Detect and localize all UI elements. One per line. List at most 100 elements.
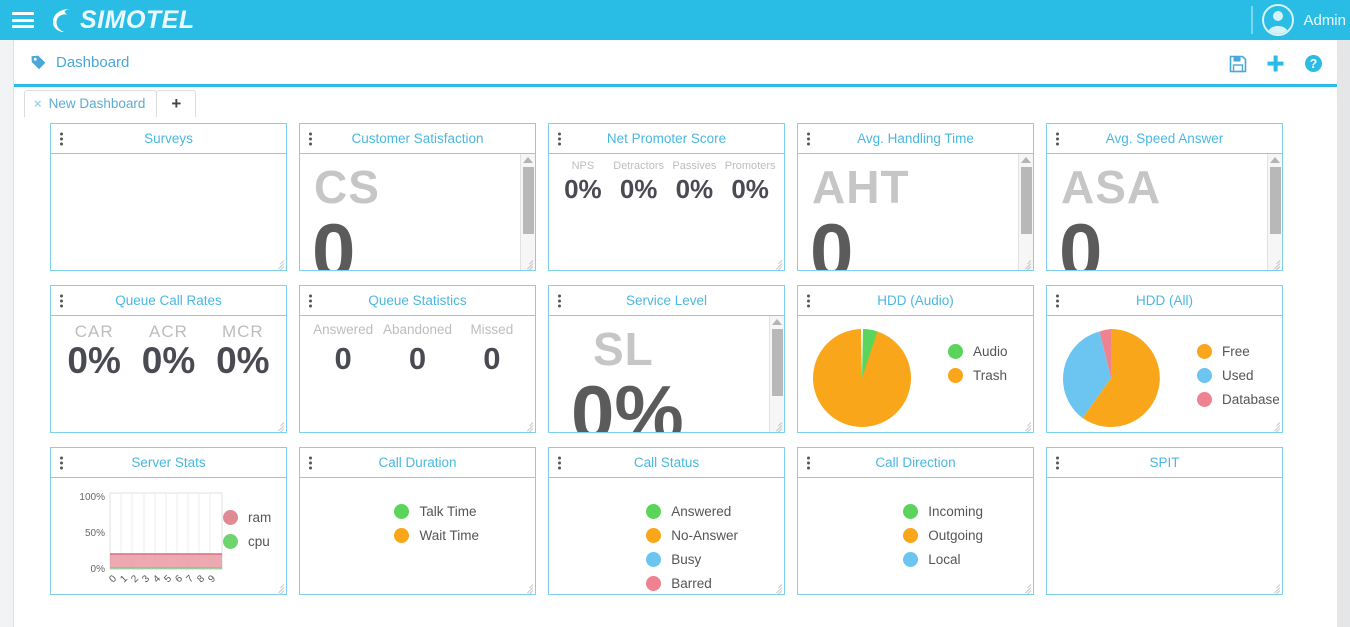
legend-item[interactable]: Local: [903, 552, 983, 567]
scrollbar-thumb[interactable]: [523, 167, 534, 235]
legend-item[interactable]: Barred: [646, 576, 738, 591]
legend-item[interactable]: Busy: [646, 552, 738, 567]
scrollbar-thumb[interactable]: [1021, 167, 1032, 235]
tab-new-dashboard[interactable]: × New Dashboard: [24, 90, 158, 117]
widget-menu-icon[interactable]: [60, 132, 63, 145]
resize-handle-icon[interactable]: [1268, 257, 1281, 270]
scroll-up-arrow-icon[interactable]: [772, 319, 782, 325]
resize-handle-icon[interactable]: [770, 419, 783, 432]
scrollbar-thumb[interactable]: [1270, 167, 1281, 235]
resize-handle-icon[interactable]: [770, 581, 783, 594]
vertical-scrollbar[interactable]: [1018, 154, 1033, 270]
resize-handle-icon[interactable]: [1019, 581, 1032, 594]
widget-menu-icon[interactable]: [1056, 294, 1059, 307]
widget-menu-icon[interactable]: [558, 132, 561, 145]
widget-server-stats[interactable]: Server Stats 100% 50% 0% 0 1 2 3 4 5 6 7…: [50, 447, 287, 595]
legend-label: Local: [928, 552, 961, 567]
legend-item[interactable]: Answered: [646, 504, 738, 519]
legend-item[interactable]: cpu: [223, 534, 271, 549]
widget-net-promoter-score[interactable]: Net Promoter Score NPS 0% Detractors 0% …: [548, 123, 785, 271]
legend-label: Busy: [671, 552, 702, 567]
widget-avg-speed-answer[interactable]: Avg. Speed Answer ASA 0: [1046, 123, 1283, 271]
vertical-scrollbar[interactable]: [1267, 154, 1282, 270]
widget-header: SPIT: [1047, 448, 1282, 478]
chart-legend: Incoming Outgoing Local: [903, 504, 983, 567]
widget-menu-icon[interactable]: [309, 132, 312, 145]
widget-menu-icon[interactable]: [558, 456, 561, 469]
help-icon[interactable]: ?: [1304, 54, 1323, 73]
metric-car: CAR 0%: [57, 322, 131, 382]
widget-call-status[interactable]: Call Status Answered No-Answer Busy Barr…: [548, 447, 785, 595]
svg-text:1: 1: [118, 573, 130, 585]
widget-call-direction[interactable]: Call Direction Incoming Outgoing Local: [797, 447, 1034, 595]
legend-item[interactable]: Talk Time: [394, 504, 479, 519]
legend-item[interactable]: Database: [1197, 392, 1280, 407]
metric-value: 0%: [731, 174, 769, 204]
resize-handle-icon[interactable]: [770, 257, 783, 270]
scroll-up-arrow-icon[interactable]: [1270, 157, 1280, 163]
legend-item[interactable]: Free: [1197, 344, 1280, 359]
scroll-up-arrow-icon[interactable]: [523, 157, 533, 163]
brand[interactable]: SIMOTEL: [50, 6, 195, 34]
resize-handle-icon[interactable]: [521, 581, 534, 594]
widget-menu-icon[interactable]: [60, 294, 63, 307]
widget-header: Service Level: [549, 286, 784, 316]
widget-service-level[interactable]: Service Level SL 0%: [548, 285, 785, 433]
legend-item[interactable]: No-Answer: [646, 528, 738, 543]
legend-item[interactable]: Outgoing: [903, 528, 983, 543]
add-tab-button[interactable]: +: [156, 90, 197, 117]
widget-menu-icon[interactable]: [807, 294, 810, 307]
resize-handle-icon[interactable]: [1019, 257, 1032, 270]
chart-legend: Answered No-Answer Busy Barred: [646, 504, 738, 591]
widget-menu-icon[interactable]: [807, 132, 810, 145]
save-icon[interactable]: [1229, 55, 1247, 73]
resize-handle-icon[interactable]: [521, 257, 534, 270]
widget-title: Queue Call Rates: [115, 293, 222, 308]
resize-handle-icon[interactable]: [272, 419, 285, 432]
scroll-up-arrow-icon[interactable]: [1021, 157, 1031, 163]
widget-avg-handling-time[interactable]: Avg. Handling Time AHT 0: [797, 123, 1034, 271]
resize-handle-icon[interactable]: [1268, 419, 1281, 432]
right-rail: [1337, 40, 1350, 627]
user-name[interactable]: Admin: [1303, 12, 1346, 29]
tab-close-icon[interactable]: ×: [34, 96, 42, 111]
metric-group: Answered 0 Abandoned 0 Missed 0: [300, 316, 535, 377]
resize-handle-icon[interactable]: [1019, 419, 1032, 432]
vertical-scrollbar[interactable]: [520, 154, 535, 270]
hamburger-icon[interactable]: [12, 12, 34, 28]
widget-queue-call-rates[interactable]: Queue Call Rates CAR 0% ACR 0% MCR 0%: [50, 285, 287, 433]
add-icon[interactable]: [1266, 54, 1285, 73]
legend-label: Used: [1222, 368, 1254, 383]
widget-menu-icon[interactable]: [558, 294, 561, 307]
widget-menu-icon[interactable]: [309, 456, 312, 469]
widget-menu-icon[interactable]: [807, 456, 810, 469]
widget-header: Call Duration: [300, 448, 535, 478]
widget-customer-satisfaction[interactable]: Customer Satisfaction CS 0: [299, 123, 536, 271]
widget-hdd-all[interactable]: HDD (All) Free Used Database: [1046, 285, 1283, 433]
breadcrumb-label[interactable]: Dashboard: [56, 54, 129, 71]
widget-surveys[interactable]: Surveys: [50, 123, 287, 271]
resize-handle-icon[interactable]: [272, 257, 285, 270]
resize-handle-icon[interactable]: [521, 419, 534, 432]
vertical-scrollbar[interactable]: [769, 316, 784, 432]
widget-spit[interactable]: SPIT: [1046, 447, 1283, 595]
left-rail: [0, 40, 14, 627]
widget-menu-icon[interactable]: [1056, 456, 1059, 469]
legend-item[interactable]: Used: [1197, 368, 1280, 383]
widget-hdd-audio[interactable]: HDD (Audio) Audio Trash: [797, 285, 1034, 433]
widget-call-duration[interactable]: Call Duration Talk Time Wait Time: [299, 447, 536, 595]
legend-item[interactable]: Trash: [948, 368, 1008, 383]
legend-item[interactable]: Wait Time: [394, 528, 479, 543]
resize-handle-icon[interactable]: [1268, 581, 1281, 594]
resize-handle-icon[interactable]: [272, 581, 285, 594]
scrollbar-thumb[interactable]: [772, 329, 783, 397]
tab-label: New Dashboard: [48, 96, 146, 111]
widget-menu-icon[interactable]: [309, 294, 312, 307]
legend-item[interactable]: ram: [223, 510, 271, 525]
legend-item[interactable]: Incoming: [903, 504, 983, 519]
user-avatar-icon[interactable]: [1262, 4, 1295, 36]
widget-menu-icon[interactable]: [60, 456, 63, 469]
widget-queue-statistics[interactable]: Queue Statistics Answered 0 Abandoned 0 …: [299, 285, 536, 433]
legend-item[interactable]: Audio: [948, 344, 1008, 359]
widget-menu-icon[interactable]: [1056, 132, 1059, 145]
